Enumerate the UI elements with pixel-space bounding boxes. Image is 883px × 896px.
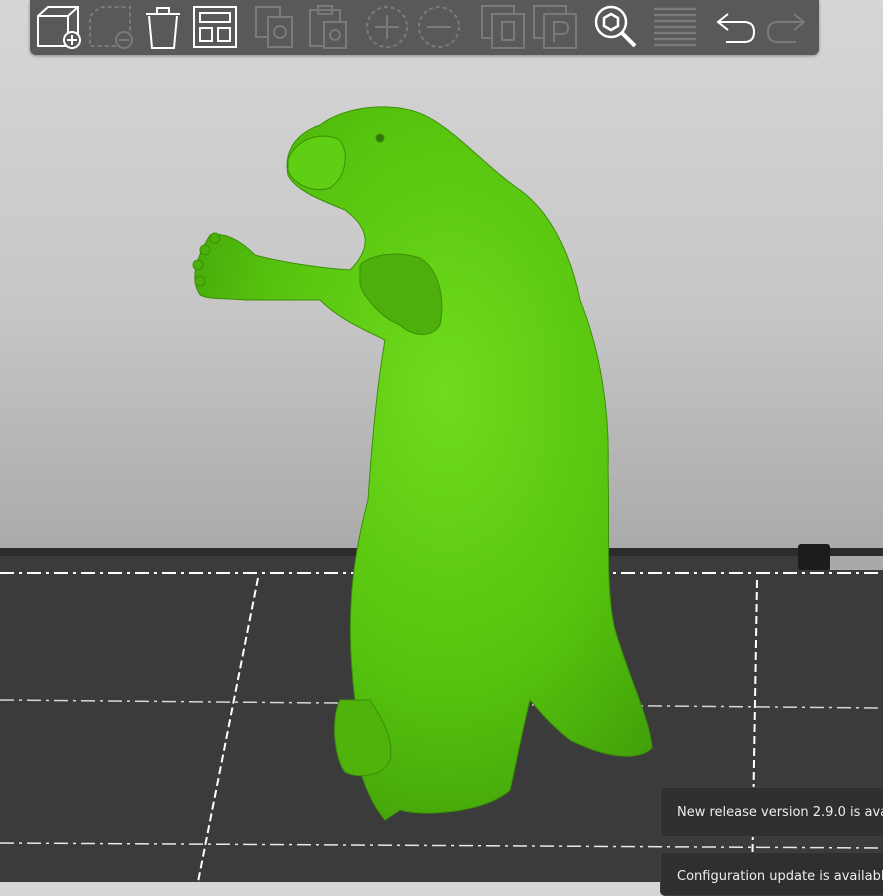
3d-viewport[interactable] bbox=[0, 0, 883, 882]
top-toolbar bbox=[30, 0, 819, 55]
undo-icon[interactable] bbox=[710, 2, 760, 52]
config-update-notification[interactable]: Configuration update is available. bbox=[660, 852, 883, 896]
search-icon[interactable] bbox=[590, 2, 640, 52]
release-notification-text: New release version 2.9.0 is available. bbox=[677, 805, 883, 820]
arrange-icon[interactable] bbox=[190, 2, 240, 52]
copy-icon[interactable] bbox=[250, 2, 300, 52]
paste-icon[interactable] bbox=[302, 2, 352, 52]
add-object-icon[interactable] bbox=[34, 2, 84, 52]
delete-all-icon[interactable] bbox=[138, 2, 188, 52]
redo-icon[interactable] bbox=[762, 2, 812, 52]
split-to-parts-icon[interactable] bbox=[530, 2, 580, 52]
release-notification[interactable]: New release version 2.9.0 is available. bbox=[660, 787, 883, 837]
delete-object-icon[interactable] bbox=[86, 2, 136, 52]
split-to-objects-icon[interactable] bbox=[478, 2, 528, 52]
remove-instance-icon[interactable] bbox=[414, 2, 464, 52]
layers-editing-icon[interactable] bbox=[650, 2, 700, 52]
add-instance-icon[interactable] bbox=[362, 2, 412, 52]
